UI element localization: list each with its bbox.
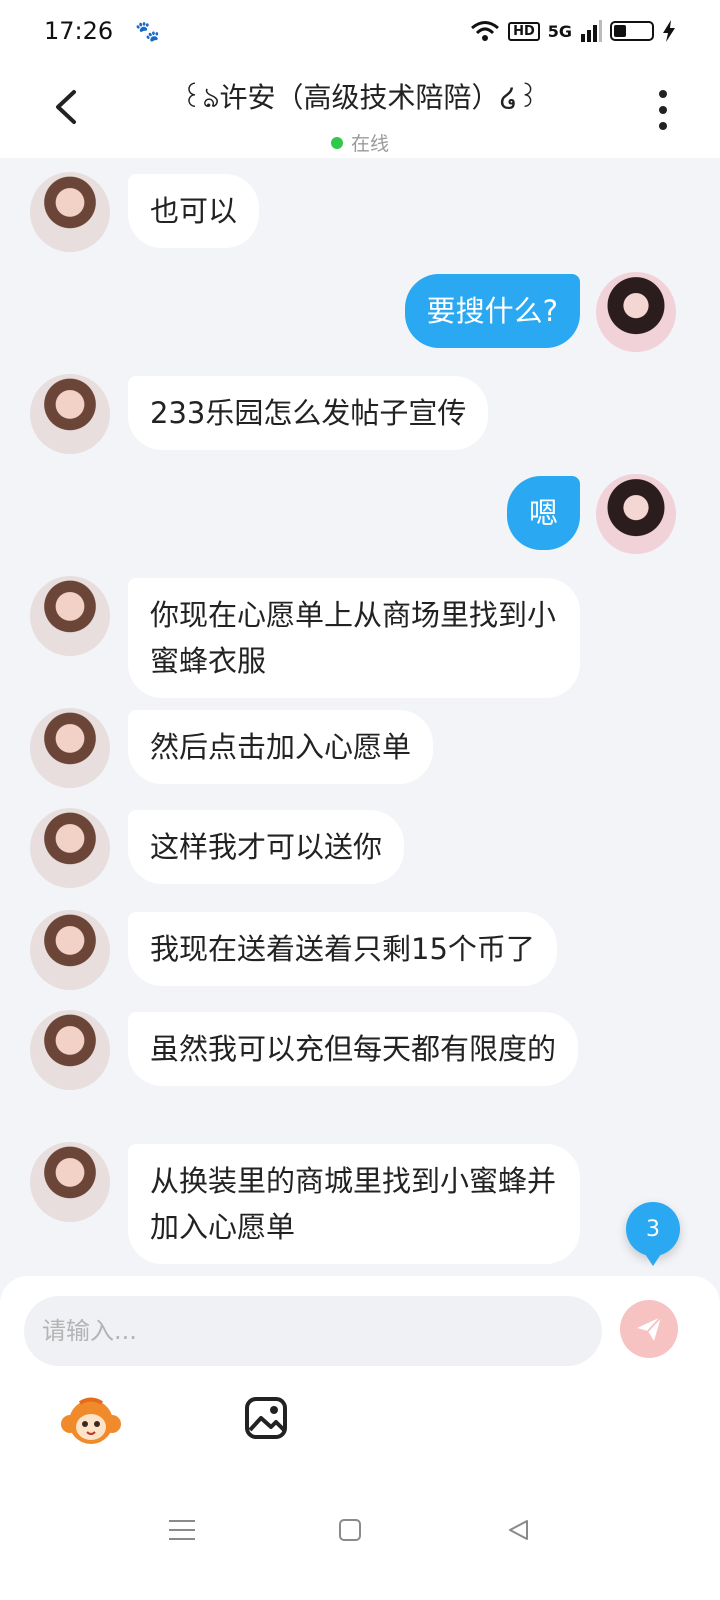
message-bubble[interactable]: 233乐园怎么发帖子宣传 bbox=[128, 376, 489, 450]
message-bubble[interactable]: 虽然我可以充但每天都有限度的 bbox=[128, 1012, 579, 1086]
more-dots-icon bbox=[659, 90, 667, 98]
contact-avatar[interactable] bbox=[30, 1142, 110, 1222]
more-dot bbox=[659, 106, 667, 114]
message-input[interactable] bbox=[24, 1296, 602, 1366]
page-title: ꒰ঌ许安（高级技术陪陪）໒꒱ bbox=[180, 81, 540, 114]
menu-icon bbox=[169, 1520, 195, 1540]
back-triangle-icon bbox=[509, 1520, 528, 1540]
image-picker-button[interactable] bbox=[244, 1396, 288, 1440]
system-back-button[interactable] bbox=[498, 1510, 538, 1550]
contact-avatar[interactable] bbox=[30, 374, 110, 454]
online-status: 在线 bbox=[100, 129, 620, 156]
back-button[interactable] bbox=[40, 82, 90, 132]
send-button[interactable] bbox=[620, 1300, 678, 1358]
system-nav-bar bbox=[0, 1470, 720, 1600]
hd-badge: HD bbox=[508, 21, 540, 41]
message-bubble[interactable]: 也可以 bbox=[128, 174, 260, 248]
status-time: 17:26 bbox=[44, 17, 114, 45]
contact-avatar[interactable] bbox=[30, 1010, 110, 1090]
title-block: ꒰ঌ许安（高级技术陪陪）໒꒱ 在线 bbox=[100, 76, 620, 156]
status-indicators: HD 5G bbox=[470, 20, 676, 42]
charging-icon bbox=[663, 20, 675, 42]
back-arrow-icon bbox=[56, 90, 76, 124]
contact-avatar[interactable] bbox=[30, 172, 110, 252]
network-label: 5G bbox=[547, 21, 572, 41]
message-bubble[interactable]: 你现在心愿单上从商场里找到小蜜蜂衣服 bbox=[128, 578, 580, 698]
message-bubble[interactable]: 然后点击加入心愿单 bbox=[128, 710, 434, 784]
message-list[interactable]: 也可以 要搜什么? 233乐园怎么发帖子宣传 嗯 你现在心愿单上从商场里找到小蜜… bbox=[0, 158, 720, 1298]
contact-avatar[interactable] bbox=[30, 708, 110, 788]
unread-count-badge[interactable]: 3 bbox=[626, 1202, 680, 1266]
contact-avatar[interactable] bbox=[30, 576, 110, 656]
message-bubble[interactable]: 这样我才可以送你 bbox=[128, 810, 405, 884]
mascot-button[interactable] bbox=[60, 1394, 122, 1450]
online-status-label: 在线 bbox=[350, 133, 389, 155]
my-avatar[interactable] bbox=[596, 272, 676, 352]
more-options-button[interactable] bbox=[648, 90, 678, 130]
battery-icon bbox=[610, 21, 654, 41]
send-icon bbox=[637, 1316, 662, 1341]
home-icon bbox=[339, 1519, 361, 1541]
baidu-paw-icon: 🐾 bbox=[135, 19, 161, 43]
more-dot bbox=[659, 122, 667, 130]
message-bubble[interactable]: 嗯 bbox=[506, 476, 580, 550]
online-dot-icon bbox=[330, 136, 343, 149]
message-bubble[interactable]: 从换装里的商城里找到小蜜蜂并加入心愿单 bbox=[128, 1144, 580, 1264]
signal-icon bbox=[581, 20, 602, 42]
wifi-icon bbox=[471, 21, 500, 41]
my-avatar[interactable] bbox=[596, 474, 676, 554]
home-button[interactable] bbox=[330, 1510, 370, 1550]
contact-avatar[interactable] bbox=[30, 808, 110, 888]
menu-button[interactable] bbox=[162, 1510, 202, 1550]
message-bubble[interactable]: 要搜什么? bbox=[404, 274, 580, 348]
contact-avatar[interactable] bbox=[30, 910, 110, 990]
message-bubble[interactable]: 我现在送着送着只剩15个币了 bbox=[128, 912, 557, 986]
mascot-icon bbox=[61, 1397, 121, 1444]
chat-header: ꒰ঌ许安（高级技术陪陪）໒꒱ 在线 bbox=[0, 62, 720, 158]
image-icon bbox=[245, 1397, 287, 1439]
status-bar: 17:26 🐾 HD 5G bbox=[0, 0, 720, 62]
